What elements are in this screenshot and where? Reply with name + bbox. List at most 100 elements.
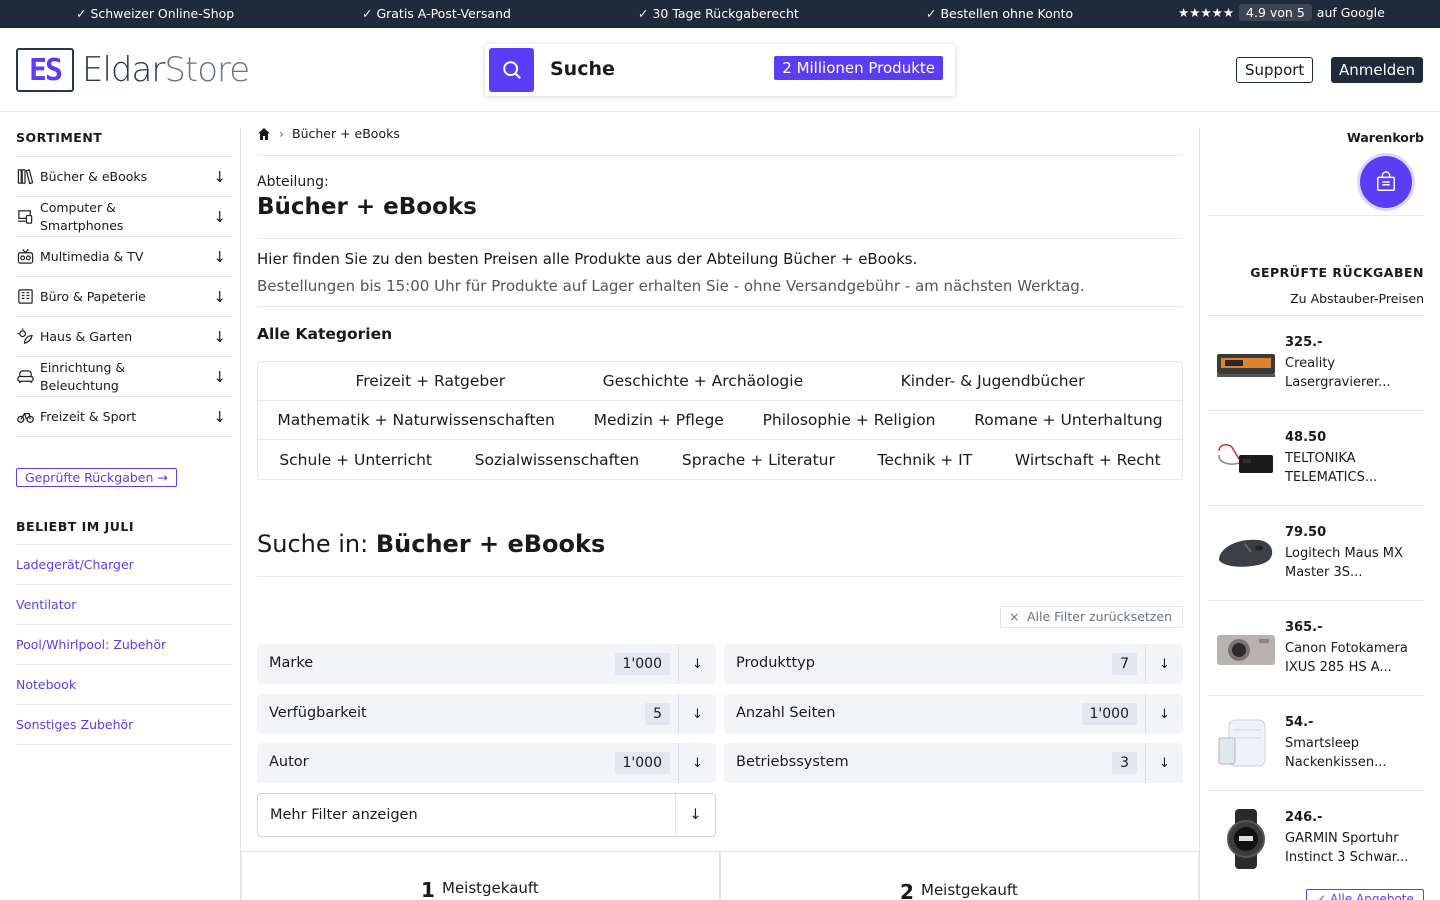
popular-link[interactable]: Ventilator: [16, 585, 232, 625]
chevron-down-icon[interactable]: ↓: [213, 208, 226, 226]
category-link[interactable]: Technik + IT: [878, 451, 973, 469]
bestseller-card[interactable]: 2 Meistgekauft: [720, 851, 1199, 900]
category-link[interactable]: Wirtschaft + Recht: [1015, 451, 1161, 469]
category-link[interactable]: Kinder- & Jugendbücher: [901, 372, 1085, 390]
search-bar[interactable]: Suche 2 Millionen Produkte: [485, 44, 955, 96]
offer-name: Logitech Maus MX Master 3S...: [1285, 546, 1403, 580]
offer-item[interactable]: 79.50 Logitech Maus MX Master 3S...: [1208, 505, 1424, 600]
sidebar-item-multimedia[interactable]: Multimedia & TV ↓: [16, 237, 232, 277]
usp-free-shipping: ✓ Gratis A-Post-Versand: [362, 6, 511, 21]
returns-offer-list: 325.- Creality Lasergravierer... 48.50 T…: [1208, 315, 1424, 885]
filter-count: 1'000: [1081, 703, 1137, 725]
delivery-info: Bestellungen bis 15:00 Uhr für Produkte …: [257, 277, 1183, 307]
sidebar-item-office[interactable]: Büro & Papeterie ↓: [16, 277, 232, 317]
category-link[interactable]: Romane + Unterhaltung: [974, 411, 1162, 429]
cart-button[interactable]: [1360, 156, 1412, 208]
filter-label: Autor: [269, 754, 309, 770]
chevron-down-icon[interactable]: ↓: [213, 248, 226, 266]
filter-author[interactable]: Autor 1'000 ↓: [257, 743, 716, 783]
search-button[interactable]: [489, 48, 534, 92]
category-link[interactable]: Mathematik + Naturwissenschaften: [277, 411, 555, 429]
rating-score: 4.9 von 5: [1239, 4, 1312, 21]
filter-count: 1'000: [614, 653, 670, 675]
assortment-heading: SORTIMENT: [16, 112, 232, 157]
all-offers-button[interactable]: ✓ Alle Angebote: [1306, 889, 1424, 900]
chevron-down-icon[interactable]: ↓: [213, 168, 226, 186]
divider: [240, 128, 241, 900]
filter-label: Marke: [269, 655, 314, 671]
bestseller-card[interactable]: 1 Meistgekauft: [241, 851, 720, 900]
popular-link[interactable]: Notebook: [16, 665, 232, 705]
chevron-down-icon[interactable]: ↓: [1145, 644, 1183, 684]
logo[interactable]: ES EldarStore: [16, 48, 250, 92]
filter-count: 3: [1112, 752, 1137, 774]
offer-name: Creality Lasergravierer...: [1285, 356, 1391, 390]
search-input[interactable]: Suche: [550, 58, 615, 80]
filter-operating-system[interactable]: Betriebssystem 3 ↓: [724, 743, 1183, 783]
search-in-prefix: Suche in:: [257, 530, 369, 558]
offer-item[interactable]: 48.50 TELTONIKA TELEMATICS...: [1208, 410, 1424, 505]
popular-link[interactable]: Ladegerät/Charger: [16, 545, 232, 585]
usp-return-right: ✓ 30 Tage Rückgaberecht: [638, 6, 799, 21]
category-link[interactable]: Geschichte + Archäologie: [603, 372, 804, 390]
bestseller-label: Meistgekauft: [921, 881, 1018, 899]
sidebar-item-leisure[interactable]: Freizeit & Sport ↓: [16, 397, 232, 437]
chevron-down-icon[interactable]: ↓: [213, 328, 226, 346]
sidebar-item-books[interactable]: Bücher & eBooks ↓: [16, 157, 232, 197]
category-link[interactable]: Medizin + Pflege: [594, 411, 724, 429]
home-icon[interactable]: [257, 127, 271, 141]
filter-brand[interactable]: Marke 1'000 ↓: [257, 644, 716, 684]
sidebar-item-computer[interactable]: Computer & Smartphones ↓: [16, 197, 232, 237]
reset-filters-button[interactable]: × Alle Filter zurücksetzen: [999, 606, 1183, 628]
checked-returns-button[interactable]: Geprüfte Rückgaben →: [16, 468, 177, 487]
chevron-down-icon[interactable]: ↓: [213, 408, 226, 426]
chevron-down-icon[interactable]: ↓: [678, 694, 716, 734]
category-link[interactable]: Sozialwissenschaften: [475, 451, 640, 469]
sidebar-item-label: Einrichtung & Beleuchtung: [40, 359, 126, 393]
sidebar-item-furniture[interactable]: Einrichtung & Beleuchtung ↓: [16, 357, 232, 397]
popular-link[interactable]: Pool/Whirlpool: Zubehör: [16, 625, 232, 665]
filter-label: Betriebssystem: [736, 754, 849, 770]
filter-count: 7: [1112, 653, 1137, 675]
chevron-down-icon[interactable]: ↓: [213, 368, 226, 386]
sidebar-item-garden[interactable]: Haus & Garten ↓: [16, 317, 232, 357]
offer-item[interactable]: 54.- Smartsleep Nackenkissen...: [1208, 695, 1424, 790]
offer-name: Smartsleep Nackenkissen...: [1285, 736, 1387, 770]
chevron-down-icon[interactable]: ↓: [1145, 743, 1183, 783]
usp-swiss-shop: ✓ Schweizer Online-Shop: [76, 6, 235, 21]
filter-label: Produkttyp: [736, 655, 815, 671]
support-button[interactable]: Support: [1236, 57, 1314, 83]
google-rating[interactable]: ★★★★★ 4.9 von 5 auf Google: [1178, 4, 1385, 21]
filter-product-type[interactable]: Produkttyp 7 ↓: [724, 644, 1183, 684]
offer-price: 325.-: [1285, 335, 1323, 350]
filter-availability[interactable]: Verfügbarkeit 5 ↓: [257, 694, 716, 734]
offer-price: 48.50: [1285, 430, 1327, 445]
bestseller-label: Meistgekauft: [442, 879, 539, 897]
more-filters-button[interactable]: Mehr Filter anzeigen ↓: [257, 793, 716, 837]
filter-label: Verfügbarkeit: [269, 705, 367, 721]
chevron-down-icon[interactable]: ↓: [213, 288, 226, 306]
category-link[interactable]: Philosophie + Religion: [763, 411, 936, 429]
filter-page-count[interactable]: Anzahl Seiten 1'000 ↓: [724, 694, 1183, 734]
category-link[interactable]: Sprache + Literatur: [682, 451, 835, 469]
mouse-image: [1214, 524, 1278, 584]
chevron-down-icon[interactable]: ↓: [1145, 694, 1183, 734]
filter-label: Anzahl Seiten: [736, 705, 836, 721]
site-header: ES EldarStore Suche 2 Millionen Produkte…: [0, 28, 1440, 112]
offer-item[interactable]: 246.- GARMIN Sportuhr Instinct 3 Schwar.…: [1208, 790, 1424, 885]
chevron-down-icon[interactable]: ↓: [678, 743, 716, 783]
search-product-count-badge: 2 Millionen Produkte: [774, 56, 943, 80]
returns-subheading[interactable]: Zu Abstauber-Preisen: [1290, 291, 1424, 306]
offer-item[interactable]: 365.- Canon Fotokamera IXUS 285 HS A...: [1208, 600, 1424, 695]
popular-link[interactable]: Sonstiges Zubehör: [16, 705, 232, 745]
tv-icon: [16, 248, 34, 266]
category-link[interactable]: Schule + Unterricht: [279, 451, 432, 469]
chevron-down-icon[interactable]: ↓: [678, 644, 716, 684]
offer-price: 365.-: [1285, 620, 1323, 635]
login-button[interactable]: Anmelden: [1331, 57, 1424, 83]
usp-bar: ✓ Schweizer Online-Shop ✓ Gratis A-Post-…: [0, 0, 1440, 28]
breadcrumb: › Bücher + eBooks: [257, 112, 1183, 156]
category-link[interactable]: Freizeit + Ratgeber: [355, 372, 505, 390]
offer-item[interactable]: 325.- Creality Lasergravierer...: [1208, 315, 1424, 410]
breadcrumb-current[interactable]: Bücher + eBooks: [292, 126, 400, 141]
